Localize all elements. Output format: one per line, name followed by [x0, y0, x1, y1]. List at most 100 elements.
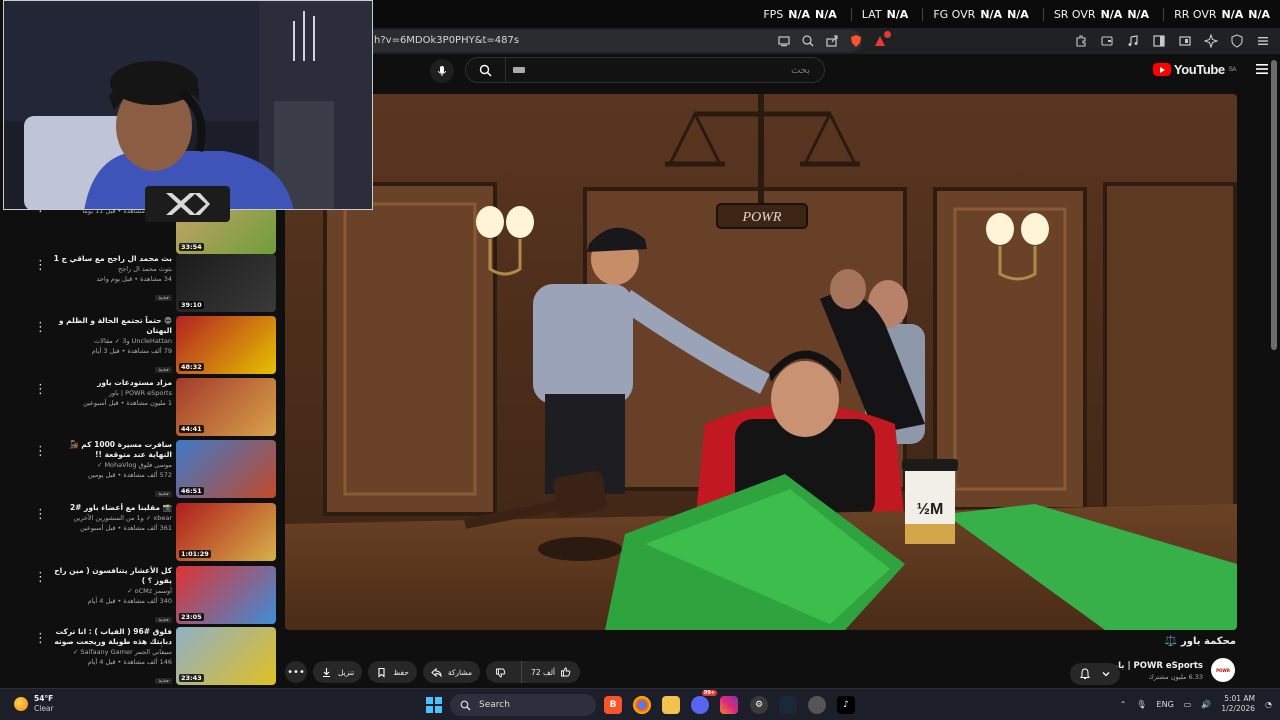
- share-button[interactable]: مشاركة: [422, 661, 481, 683]
- tray-overflow-icon[interactable]: ⌃: [1120, 700, 1127, 709]
- sidebar-icon[interactable]: [1152, 34, 1166, 48]
- voice-search-button[interactable]: [430, 59, 454, 83]
- brave-browser-icon[interactable]: B: [604, 696, 622, 714]
- more-actions-button[interactable]: •••: [285, 661, 307, 683]
- leo-ai-icon[interactable]: [1204, 34, 1218, 48]
- recommendation-title[interactable]: مزاد مستودعات باور: [50, 378, 172, 388]
- recommendation-views: 146 ألف مشاهدة • قبل 4 أيام: [87, 658, 172, 666]
- music-icon[interactable]: [1126, 34, 1140, 48]
- recommendation-title[interactable]: 😡 حتماً تجتمع الحالة و الظلم و البهتان: [50, 316, 172, 336]
- more-vert-icon[interactable]: ⋮: [34, 444, 47, 459]
- recommendation-item[interactable]: ⋮ بث محمد ال راجح مع ساقي ج 1 بثوث محمد ال…: [30, 254, 276, 312]
- language-indicator[interactable]: ENG: [1157, 700, 1174, 709]
- start-button[interactable]: [426, 697, 442, 713]
- more-vert-icon[interactable]: ⋮: [34, 320, 47, 335]
- recommendation-item[interactable]: ⋮ 📸 مقلبنا مع أعضاء باور #2 xbear ✓ و1 من …: [30, 503, 276, 561]
- volume-icon[interactable]: 🔊: [1201, 700, 1211, 709]
- browser-menu-icon[interactable]: [1256, 34, 1270, 48]
- recommendation-thumbnail[interactable]: 23:05: [176, 566, 276, 624]
- like-button[interactable]: 72 ألف: [521, 661, 580, 683]
- brave-rewards-icon[interactable]: [873, 31, 891, 48]
- recommendation-channel[interactable]: بثوث محمد ال راجح: [50, 264, 172, 274]
- zoom-icon[interactable]: [801, 34, 815, 48]
- recommendation-title[interactable]: 📸 مقلبنا مع أعضاء باور #2: [50, 503, 172, 513]
- bell-icon: [1080, 668, 1091, 679]
- recommendation-title[interactable]: فلوق #96 ( الفياب ) : انا تركت دبابتك هذ…: [50, 627, 172, 647]
- recommendation-views: 34 مشاهدة • قبل يوم واحد: [96, 275, 172, 283]
- vpn-shield-icon[interactable]: [1230, 34, 1244, 48]
- browser-toolbar: h?v=6MDOk3P0PHY&t=487s: [372, 28, 1280, 54]
- recommendation-item[interactable]: ⋮ كل الأعشار يتنافسون ( مين راح يفوز ؟ ) أ…: [30, 566, 276, 624]
- recommendation-item[interactable]: ⋮ سافرت مسيرة 1000 كم 🚂 النهاية عند متوقع…: [30, 440, 276, 498]
- obs-icon[interactable]: [808, 696, 826, 714]
- channel-avatar[interactable]: POWR: [1211, 658, 1235, 682]
- tiktok-icon[interactable]: ♪: [837, 696, 855, 714]
- save-button[interactable]: حفظ: [368, 661, 417, 683]
- notification-bell-button[interactable]: [1070, 663, 1120, 685]
- weather-widget[interactable]: 54°F Clear: [14, 694, 54, 714]
- keyboard-icon[interactable]: [512, 63, 526, 77]
- recommendation-channel[interactable]: POWR eSports | باور: [50, 388, 172, 398]
- taskbar-search[interactable]: Search: [450, 694, 596, 716]
- channel-name[interactable]: POWR eSports | باور: [1108, 661, 1203, 671]
- share-icon[interactable]: [825, 34, 839, 48]
- recommendation-item[interactable]: ⋮ 😡 حتماً تجتمع الحالة و الظلم و البهتان U…: [30, 316, 276, 374]
- reader-icon[interactable]: [1178, 34, 1192, 48]
- steam-icon[interactable]: [779, 696, 797, 714]
- file-explorer-icon[interactable]: [662, 696, 680, 714]
- wallet-icon[interactable]: [1100, 34, 1114, 48]
- youtube-logo[interactable]: YouTube SA: [1152, 62, 1236, 77]
- recommendation-title[interactable]: كل الأعشار يتنافسون ( مين راح يفوز ؟ ): [50, 566, 172, 586]
- search-input[interactable]: [526, 64, 824, 76]
- settings-icon[interactable]: ⚙: [750, 696, 768, 714]
- mic-tray-icon[interactable]: 🎙: [1136, 700, 1146, 709]
- recommendation-item[interactable]: ⋮ فلوق #96 ( الفياب ) : انا تركت دبابتك ه…: [30, 627, 276, 685]
- new-badge: جديد: [155, 491, 172, 497]
- notifications-icon[interactable]: ◔: [1265, 700, 1272, 709]
- discord-icon[interactable]: 99+: [691, 690, 717, 714]
- recommendation-title[interactable]: بث محمد ال راجح مع ساقي ج 1: [50, 254, 172, 264]
- recommendation-item[interactable]: ⋮ مزاد مستودعات باور POWR eSports | باور 1 …: [30, 378, 276, 436]
- duration-badge: 46:51: [179, 487, 204, 495]
- recommendation-title[interactable]: سافرت مسيرة 1000 كم 🚂 النهاية عند متوقعة…: [50, 440, 172, 460]
- recommendation-channel[interactable]: أوسمز oCMz ✓: [50, 586, 172, 596]
- video-player[interactable]: POWR ½M: [285, 94, 1237, 630]
- more-vert-icon[interactable]: ⋮: [34, 258, 47, 273]
- cast-icon[interactable]: [777, 34, 791, 48]
- recommendation-thumbnail[interactable]: 39:10: [176, 254, 276, 312]
- network-icon[interactable]: ▭: [1184, 700, 1192, 709]
- download-icon: [323, 667, 330, 677]
- address-bar-actions: [777, 31, 891, 48]
- recommendation-thumbnail[interactable]: 44:41: [176, 378, 276, 436]
- recommendation-channel[interactable]: سيفاني الجمر Saifaany Gamer ✓: [50, 647, 172, 657]
- chevron-down-icon: [1102, 672, 1110, 677]
- new-badge: جديد: [155, 295, 172, 301]
- new-badge: جديد: [155, 367, 172, 373]
- recommendation-thumbnail[interactable]: 1:01:29: [176, 503, 276, 561]
- recommendation-channel[interactable]: UncleHattan و3 ✓ مقالات: [50, 336, 172, 346]
- recommendation-thumbnail[interactable]: 46:51: [176, 440, 276, 498]
- page-scrollbar[interactable]: [1271, 60, 1277, 350]
- chrome-icon[interactable]: [633, 696, 651, 714]
- more-vert-icon[interactable]: ⋮: [34, 382, 47, 397]
- recommendation-channel[interactable]: xbear ✓ و1 من المنشورين الآخرين: [50, 513, 172, 523]
- more-vert-icon[interactable]: ⋮: [34, 570, 47, 585]
- extensions-area: [1074, 34, 1280, 48]
- clock[interactable]: 5:01 AM 1/2/2026: [1221, 694, 1255, 714]
- recommendation-thumbnail[interactable]: 23:43: [176, 627, 276, 685]
- guide-menu-icon[interactable]: [1254, 61, 1270, 77]
- more-vert-icon[interactable]: ⋮: [34, 507, 47, 522]
- instagram-icon[interactable]: [720, 696, 738, 714]
- download-button[interactable]: تنزيل: [313, 661, 363, 683]
- recommendation-channel[interactable]: موسى فلوق MohaVlog ✓: [50, 460, 172, 470]
- new-badge: جديد: [155, 678, 172, 684]
- more-vert-icon[interactable]: ⋮: [34, 210, 47, 215]
- recommendation-thumbnail[interactable]: 48:32: [176, 316, 276, 374]
- search-button[interactable]: [466, 58, 506, 82]
- dislike-button[interactable]: [486, 661, 515, 683]
- duration-badge: 1:01:29: [179, 550, 211, 558]
- brave-shield-icon[interactable]: [849, 34, 863, 48]
- more-vert-icon[interactable]: ⋮: [34, 631, 47, 646]
- extensions-icon[interactable]: [1074, 34, 1088, 48]
- latency-stat: LAT N/A: [850, 7, 908, 21]
